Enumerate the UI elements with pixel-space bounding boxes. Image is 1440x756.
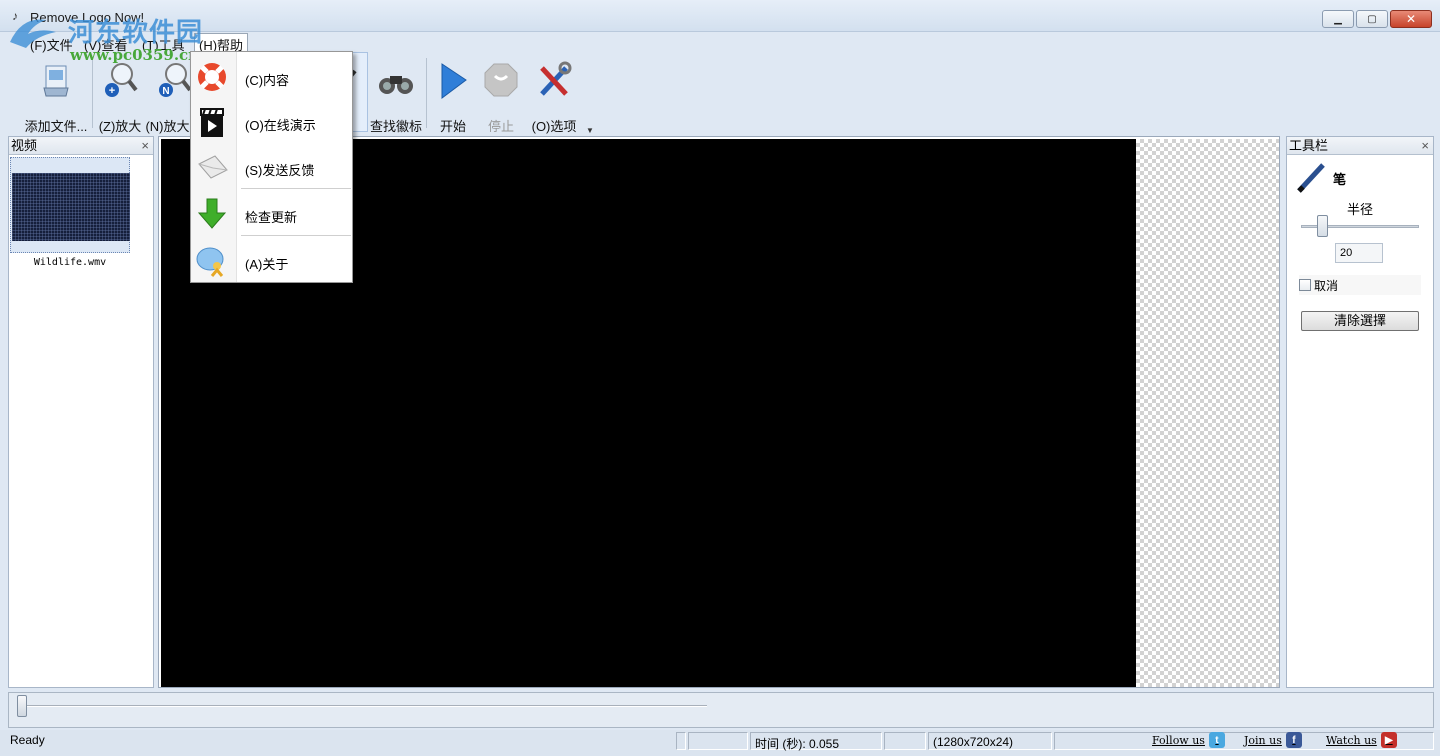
close-icon[interactable]: × [1421, 137, 1429, 154]
lifebuoy-icon [198, 63, 226, 91]
find-logo-label: 查找徽标 [369, 119, 422, 134]
maximize-button[interactable]: ▢ [1356, 10, 1388, 28]
seek-track[interactable] [19, 705, 707, 707]
video-panel-title: 视频 [11, 138, 38, 153]
video-thumbnail-image [12, 173, 130, 241]
video-panel-header: 视频 × [9, 137, 153, 155]
add-file-icon [36, 58, 76, 102]
title-bar: ♪ Remove Logo Now! ▁ ▢ ✕ [0, 0, 1440, 32]
binoculars-icon [376, 58, 416, 102]
close-button[interactable]: ✕ [1390, 10, 1432, 28]
add-file-button[interactable]: 添加文件... [16, 52, 96, 134]
start-button[interactable]: 开始 [432, 52, 474, 134]
video-file-name: Wildlife.wmv [33, 257, 107, 268]
tools-icon [534, 58, 574, 102]
menu-separator [241, 235, 351, 236]
menu-file[interactable]: (F)文件 [26, 34, 77, 53]
zoom-in-label: (Z)放大 [98, 119, 142, 134]
options-button[interactable]: (O)选项 [528, 52, 580, 134]
status-time: 时间 (秒): 0.055 [750, 732, 882, 751]
stop-button[interactable]: 停止 [480, 52, 522, 134]
status-cell-empty [676, 732, 686, 750]
twitter-icon: t [1208, 732, 1225, 748]
video-thumbnail[interactable] [10, 157, 130, 253]
follow-us-link[interactable]: Follow us t [1152, 732, 1225, 748]
watch-us-link[interactable]: Watch us ▶ [1326, 732, 1397, 748]
menu-separator [241, 188, 351, 189]
find-logo-button[interactable]: 查找徽标 [368, 52, 424, 134]
video-panel: 视频 × Wildlife.wmv [8, 136, 154, 688]
clear-selection-button[interactable]: 清除選擇 [1301, 311, 1419, 331]
clapperboard-icon [200, 108, 224, 137]
facebook-icon: f [1285, 732, 1302, 748]
cancel-checkbox[interactable] [1299, 279, 1311, 291]
menu-item-contents[interactable]: (C)内容 [191, 56, 352, 96]
pen-label: 笔 [1333, 172, 1347, 187]
zoom-in-icon: + [100, 58, 140, 102]
status-resolution: (1280x720x24) [928, 732, 1052, 750]
options-label: (O)选项 [531, 119, 577, 134]
tool-panel: 工具栏 × 笔 半径 20 取消 清除選擇 [1286, 136, 1434, 688]
stop-label: 停止 [487, 119, 514, 134]
menu-item-feedback-label: (S)发送反馈 [245, 163, 315, 178]
seek-area [8, 692, 1434, 728]
menu-item-contents-label: (C)内容 [245, 73, 290, 88]
window-title: Remove Logo Now! [30, 10, 145, 25]
svg-text:+: + [109, 85, 115, 97]
menu-help[interactable]: (H)帮助 [194, 33, 249, 53]
radius-label: 半径 [1347, 202, 1374, 217]
pen-icon [1297, 163, 1325, 193]
chevron-down-icon[interactable]: ▼ [586, 126, 594, 135]
add-file-label: 添加文件... [24, 119, 88, 134]
toolbar-separator [426, 58, 427, 128]
radius-input[interactable]: 20 [1335, 243, 1383, 263]
menu-bar: (F)文件 (V)查看 (T)工具 (H)帮助 [0, 32, 600, 53]
cancel-label: 取消 [1314, 278, 1339, 293]
tool-panel-title: 工具栏 [1289, 138, 1329, 153]
cancel-option[interactable]: 取消 [1299, 275, 1421, 295]
menu-item-online-demo-label: (O)在线演示 [245, 118, 316, 133]
menu-item-online-demo[interactable]: (O)在线演示 [191, 101, 352, 141]
seek-thumb[interactable] [17, 695, 27, 717]
stop-icon [481, 58, 521, 102]
menu-item-about-label: (A)关于 [245, 257, 289, 272]
watch-us-label: Watch us [1326, 733, 1377, 747]
join-us-label: Join us [1244, 733, 1282, 747]
menu-item-check-updates[interactable]: 检查更新 [191, 193, 352, 233]
radius-slider-thumb[interactable] [1317, 215, 1328, 237]
svg-text:N: N [162, 86, 169, 97]
join-us-link[interactable]: Join us f [1244, 732, 1302, 748]
status-cell-empty [884, 732, 926, 750]
zoom-normal-icon: N [154, 58, 194, 102]
menu-item-about[interactable]: (A)关于 [191, 240, 352, 280]
status-text: Ready [10, 733, 45, 747]
start-label: 开始 [439, 119, 466, 134]
tool-panel-header: 工具栏 × [1287, 137, 1433, 155]
menu-view[interactable]: (V)查看 [80, 34, 131, 53]
help-menu: (C)内容 (O)在线演示 (S)发送反馈 检查更新 (A)关于 [190, 51, 353, 283]
transparent-area [1136, 139, 1279, 687]
zoom-in-button[interactable]: + (Z)放大 [92, 52, 148, 134]
app-icon: ♪ [12, 9, 18, 23]
menu-item-check-updates-label: 检查更新 [245, 210, 298, 225]
youtube-icon: ▶ [1380, 732, 1397, 748]
status-bar: Ready 时间 (秒): 0.055 (1280x720x24) Follow… [0, 730, 1440, 756]
info-person-icon [196, 247, 224, 277]
download-arrow-icon [197, 198, 227, 229]
status-cell-empty [688, 732, 748, 750]
follow-us-label: Follow us [1152, 733, 1205, 747]
menu-item-feedback[interactable]: (S)发送反馈 [191, 146, 352, 186]
minimize-button[interactable]: ▁ [1322, 10, 1354, 28]
play-icon [433, 58, 473, 102]
menu-tools[interactable]: (T)工具 [138, 34, 189, 53]
window-controls: ▁ ▢ ✕ [1322, 10, 1432, 28]
close-icon[interactable]: × [141, 137, 149, 154]
envelope-icon [198, 155, 228, 179]
